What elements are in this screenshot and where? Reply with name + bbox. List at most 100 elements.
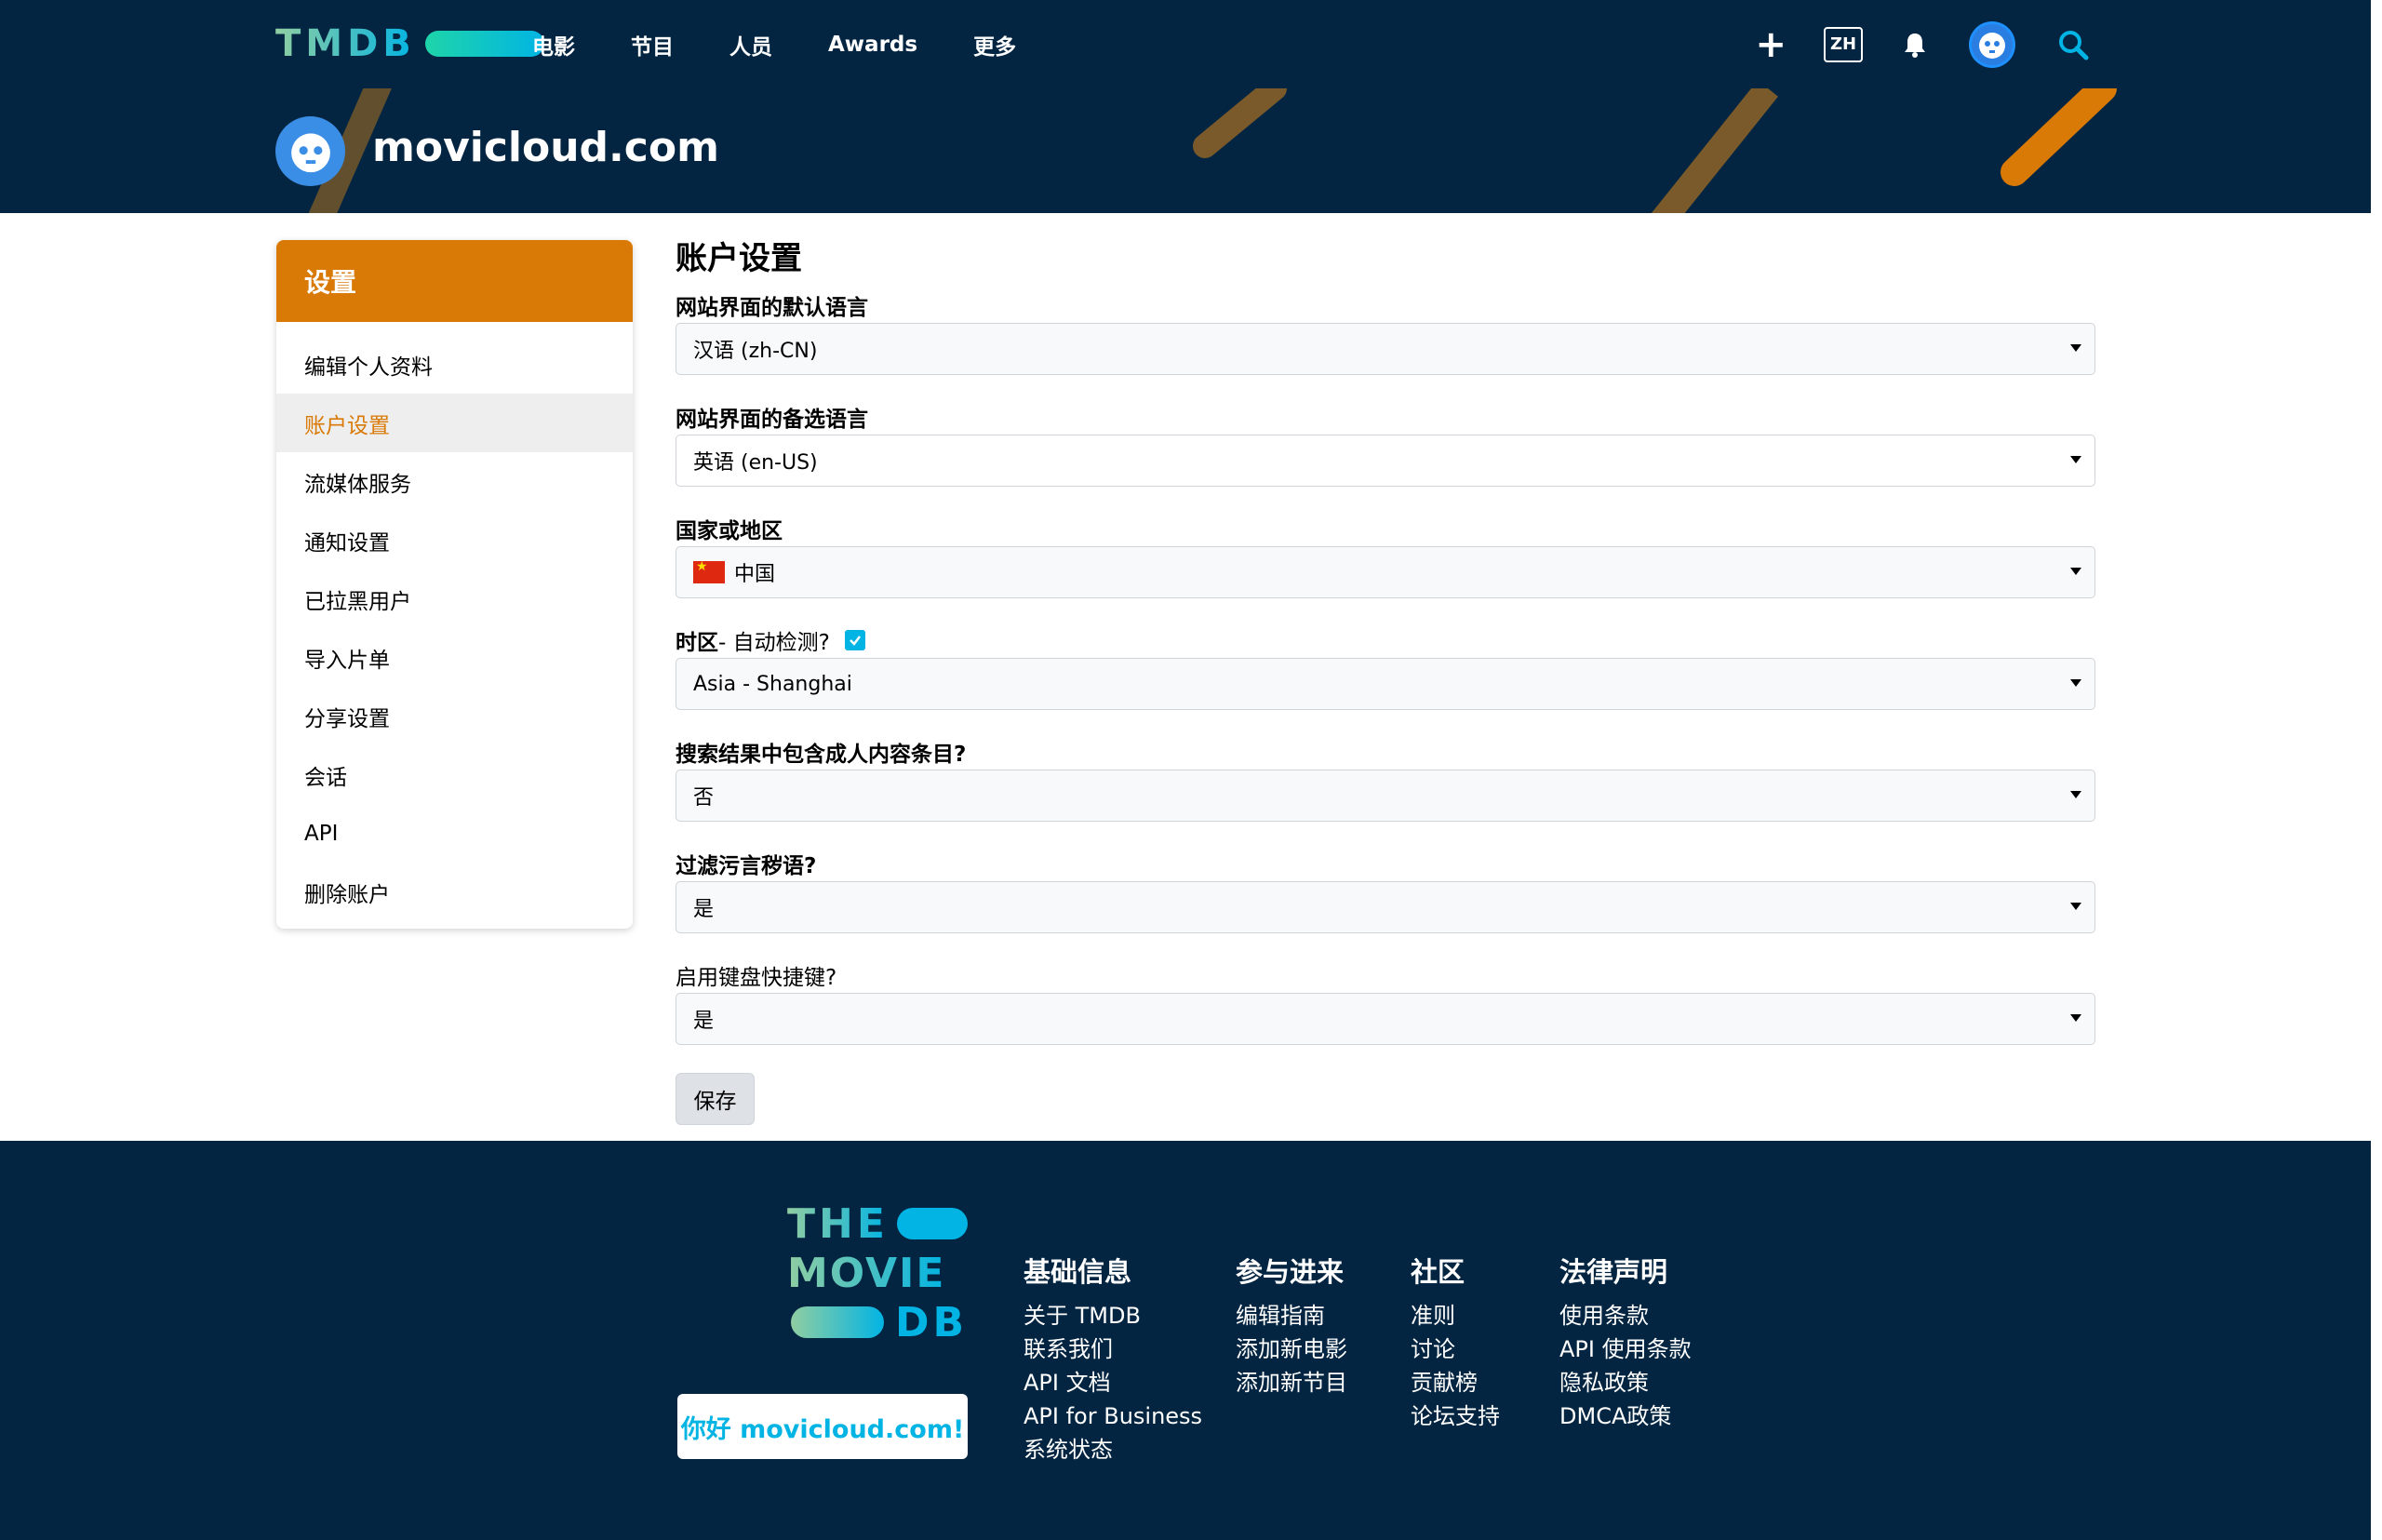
default-language-value: 汉语 (zh-CN)	[693, 340, 818, 363]
footer-link[interactable]: 添加新电影	[1236, 1332, 1347, 1366]
footer-column-get-involved: 参与进来 编辑指南 添加新电影 添加新节目	[1236, 1251, 1347, 1399]
footer-column-title: 社区	[1411, 1256, 1465, 1288]
footer-column-community: 社区 准则 讨论 贡献榜 论坛支持	[1411, 1251, 1500, 1433]
search-icon[interactable]	[2054, 26, 2092, 63]
top-nav: TMDB 电影 节目 人员 Awards 更多 + ZH	[0, 0, 2371, 88]
country-value: 中国	[734, 563, 776, 586]
language-button[interactable]: ZH	[1824, 26, 1863, 62]
footer-logo[interactable]: THE MOVIE DB	[787, 1199, 973, 1346]
footer: THE MOVIE DB 你好 movicloud.com! 基础信息 关于 T…	[0, 1141, 2371, 1540]
footer-link[interactable]: 讨论	[1411, 1332, 1500, 1366]
save-button[interactable]: 保存	[676, 1073, 755, 1125]
sidebar-item-api[interactable]: API	[276, 804, 633, 863]
default-language-field: 网站界面的默认语言 汉语 (zh-CN)	[676, 291, 2095, 375]
footer-column-title: 基础信息	[1024, 1256, 1132, 1288]
footer-link[interactable]: API 文档	[1024, 1366, 1202, 1399]
timezone-auto-label: - 自动检测?	[718, 631, 830, 655]
nav-link-movies[interactable]: 电影	[532, 29, 575, 60]
shortcuts-label: 启用键盘快捷键?	[676, 966, 837, 990]
shortcuts-select[interactable]: 是	[676, 993, 2095, 1045]
fallback-language-select[interactable]: 英语 (en-US)	[676, 435, 2095, 487]
sidebar-item-import-list[interactable]: 导入片单	[276, 628, 633, 687]
china-flag-icon	[693, 559, 725, 583]
nav-link-awards[interactable]: Awards	[828, 33, 917, 57]
footer-column-basics: 基础信息 关于 TMDB 联系我们 API 文档 API for Busines…	[1024, 1251, 1202, 1466]
footer-link[interactable]: API for Business	[1024, 1399, 1202, 1433]
sidebar-item-blocked-users[interactable]: 已拉黑用户	[276, 569, 633, 628]
footer-column-legal: 法律声明 使用条款 API 使用条款 隐私政策 DMCA政策	[1559, 1251, 1692, 1433]
profile-name[interactable]: movicloud.com	[372, 124, 719, 171]
sidebar-item-streaming-services[interactable]: 流媒体服务	[276, 452, 633, 511]
footer-link[interactable]: 准则	[1411, 1299, 1500, 1332]
sidebar-item-edit-profile[interactable]: 编辑个人资料	[276, 335, 633, 394]
shortcuts-field: 启用键盘快捷键? 是	[676, 961, 2095, 1045]
profile-banner: movicloud.com	[0, 88, 2371, 213]
sidebar-list: 编辑个人资料 账户设置 流媒体服务 通知设置 已拉黑用户 导入片单 分享设置 会…	[276, 322, 633, 921]
profanity-select[interactable]: 是	[676, 881, 2095, 933]
default-language-label: 网站界面的默认语言	[676, 296, 868, 320]
tmdb-logo[interactable]: TMDB	[275, 20, 544, 67]
footer-link[interactable]: 系统状态	[1024, 1433, 1202, 1466]
fallback-language-value: 英语 (en-US)	[693, 451, 818, 475]
footer-link[interactable]: API 使用条款	[1559, 1332, 1692, 1366]
timezone-value: Asia - Shanghai	[693, 672, 852, 696]
adult-content-field: 搜索结果中包含成人内容条目? 否	[676, 738, 2095, 822]
adult-content-select[interactable]: 否	[676, 770, 2095, 822]
sidebar-item-sharing[interactable]: 分享设置	[276, 687, 633, 745]
profile-avatar[interactable]	[275, 116, 345, 186]
banner-decoration	[308, 88, 2117, 213]
timezone-auto-checkbox[interactable]	[844, 630, 865, 650]
footer-link[interactable]: 论坛支持	[1411, 1399, 1500, 1433]
logo-pill	[424, 31, 544, 57]
footer-link[interactable]: DMCA政策	[1559, 1399, 1692, 1433]
user-avatar[interactable]	[1969, 20, 2015, 68]
default-language-select[interactable]: 汉语 (zh-CN)	[676, 323, 2095, 375]
footer-link[interactable]: 编辑指南	[1236, 1299, 1347, 1332]
footer-link[interactable]: 使用条款	[1559, 1299, 1692, 1332]
fallback-language-field: 网站界面的备选语言 英语 (en-US)	[676, 403, 2095, 487]
footer-link[interactable]: 联系我们	[1024, 1332, 1202, 1366]
bell-icon[interactable]	[1896, 26, 1934, 63]
chevron-down-icon	[2070, 791, 2081, 798]
account-settings-form: 账户设置 网站界面的默认语言 汉语 (zh-CN) 网站界面的备选语言 英语 (…	[676, 233, 2095, 1125]
nav-links: 电影 节目 人员 Awards 更多	[532, 0, 1072, 88]
country-label: 国家或地区	[676, 519, 783, 543]
sidebar-item-delete-account[interactable]: 删除账户	[276, 863, 633, 921]
timezone-field: 时区 - 自动检测? Asia - Shanghai	[676, 626, 2095, 710]
page-title: 账户设置	[676, 240, 802, 277]
settings-sidebar: 设置 编辑个人资料 账户设置 流媒体服务 通知设置 已拉黑用户 导入片单 分享设…	[276, 240, 633, 929]
sidebar-item-sessions[interactable]: 会话	[276, 745, 633, 804]
country-select[interactable]: 中国	[676, 546, 2095, 598]
fallback-language-label: 网站界面的备选语言	[676, 408, 868, 432]
sidebar-item-account-settings[interactable]: 账户设置	[276, 394, 633, 452]
footer-column-title: 法律声明	[1559, 1256, 1668, 1288]
add-icon[interactable]: +	[1755, 26, 1786, 63]
nav-link-tv[interactable]: 节目	[631, 29, 674, 60]
timezone-select[interactable]: Asia - Shanghai	[676, 658, 2095, 710]
adult-content-value: 否	[693, 786, 715, 810]
footer-link[interactable]: 添加新节目	[1236, 1366, 1347, 1399]
shortcuts-value: 是	[693, 1010, 715, 1033]
chevron-down-icon	[2070, 903, 2081, 910]
sidebar-item-notifications[interactable]: 通知设置	[276, 511, 633, 569]
profanity-label: 过滤污言秽语?	[676, 854, 817, 878]
footer-logo-line-1: THE	[787, 1200, 889, 1248]
footer-link[interactable]: 关于 TMDB	[1024, 1299, 1202, 1332]
sidebar-header: 设置	[276, 240, 633, 322]
footer-column-title: 参与进来	[1236, 1256, 1345, 1288]
nav-link-people[interactable]: 人员	[729, 29, 772, 60]
timezone-label-row: 时区 - 自动检测?	[676, 626, 2095, 655]
logo-text: TMDB	[275, 22, 416, 65]
chevron-down-icon	[2070, 456, 2081, 463]
profanity-value: 是	[693, 898, 715, 921]
footer-logo-line-3: DB	[895, 1299, 968, 1338]
hello-user-button[interactable]: 你好 movicloud.com!	[677, 1394, 968, 1459]
footer-link[interactable]: 隐私政策	[1559, 1366, 1692, 1399]
footer-logo-line-2: MOVIE	[787, 1250, 946, 1297]
footer-link[interactable]: 贡献榜	[1411, 1366, 1500, 1399]
nav-link-more[interactable]: 更多	[973, 29, 1016, 60]
timezone-label: 时区	[676, 631, 718, 655]
adult-content-label: 搜索结果中包含成人内容条目?	[676, 743, 967, 767]
chevron-down-icon	[2070, 568, 2081, 575]
country-field: 国家或地区 中国	[676, 515, 2095, 598]
